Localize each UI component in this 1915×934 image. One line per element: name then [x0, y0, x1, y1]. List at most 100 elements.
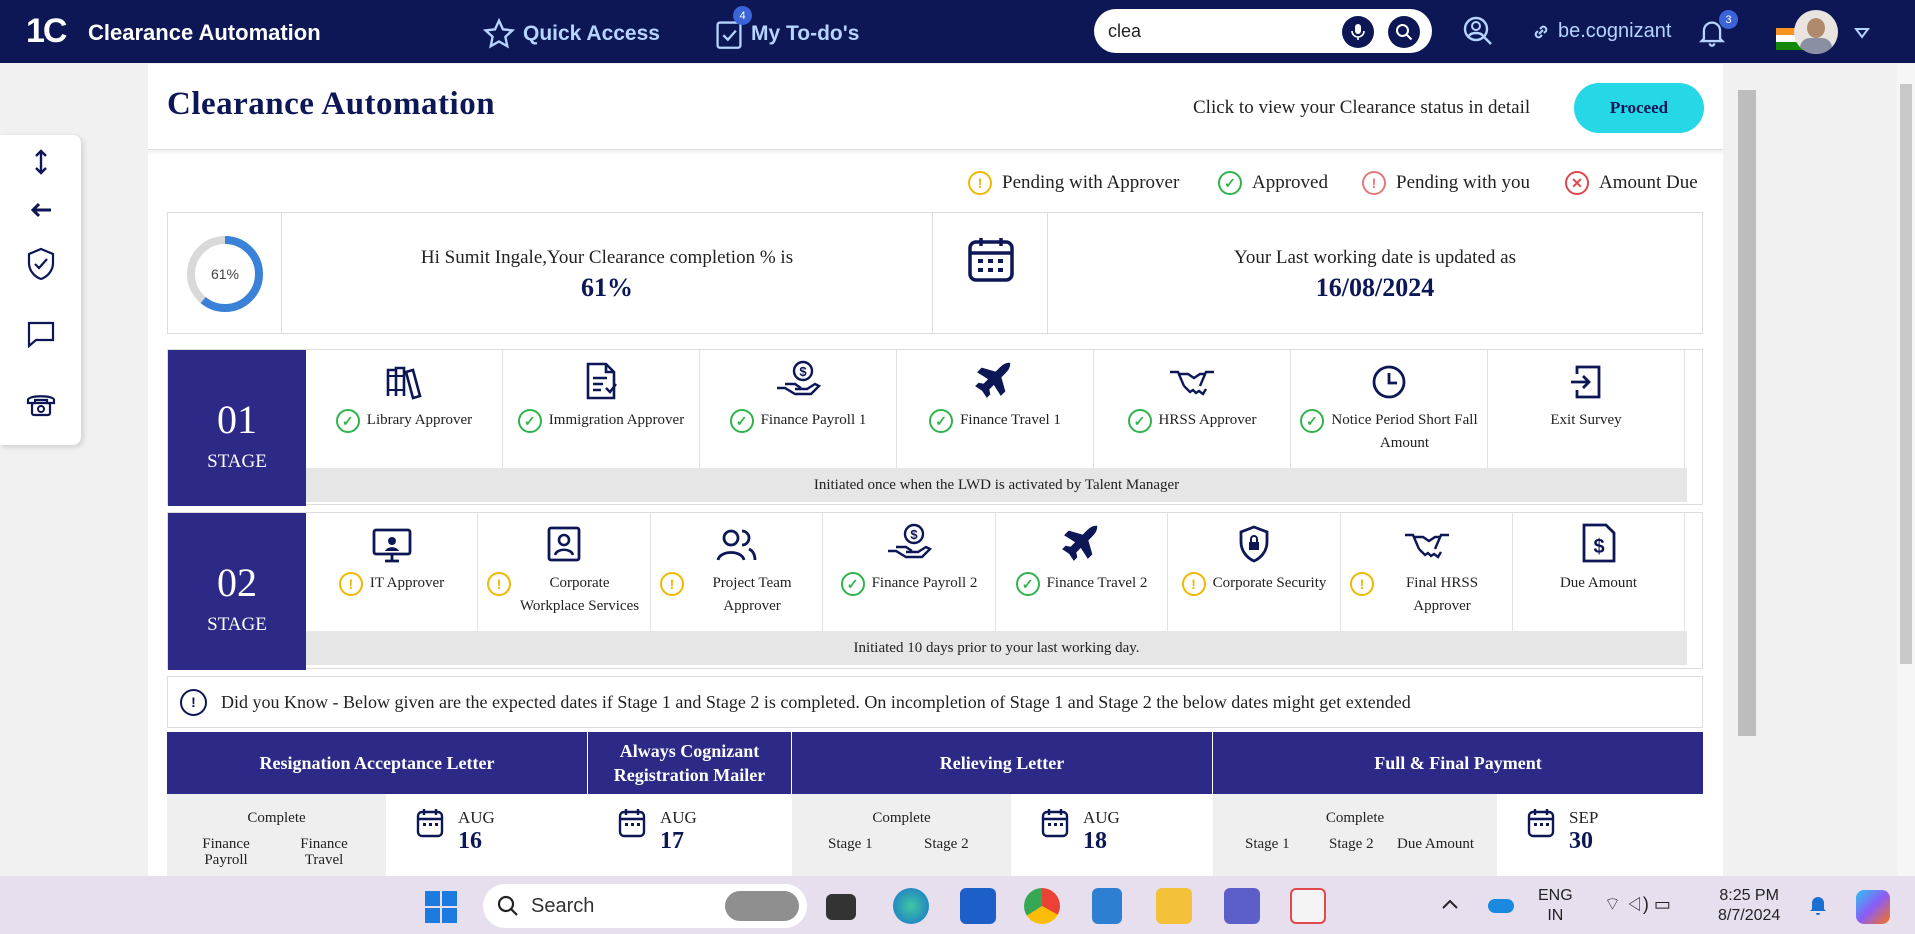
stage-2-item-label: Project Team Approver — [712, 575, 792, 614]
stage-2-item[interactable]: $ Due Amount — [1513, 513, 1685, 631]
stage-1-panel: 01 STAGE ✓ Library Approver ✓ Immigration A… — [167, 349, 1703, 506]
store-icon[interactable] — [960, 888, 996, 924]
stage-1-number: 01 — [217, 397, 257, 442]
relieving-date: AUG 18 — [1011, 794, 1213, 876]
wifi-volume-battery-icons[interactable]: ⌔ ◁) ▭ — [1604, 894, 1671, 914]
timeline-header-final-payment: Full & Final Payment — [1213, 732, 1703, 794]
chevron-up-icon[interactable] — [1441, 898, 1459, 910]
legend-pending-you: ! Pending with you — [1362, 171, 1530, 195]
mic-button[interactable] — [1342, 16, 1374, 48]
phone-icon — [26, 395, 56, 417]
back-button[interactable] — [24, 193, 58, 227]
search-highlight-icon — [725, 891, 799, 921]
stage-1-text: STAGE — [207, 451, 267, 472]
teams-icon[interactable] — [1224, 888, 1260, 924]
resignation-complete-cell: Complete Finance Payroll Finance Travel — [167, 794, 386, 876]
stage-2-label: Stage 2 — [1329, 836, 1374, 852]
check-icon: ✓ — [335, 409, 360, 433]
stage-2-note: Initiated 10 days prior to your last wor… — [306, 631, 1687, 665]
stage-1-item[interactable]: ✓ Notice Period Short Fall Amount — [1291, 350, 1488, 468]
check-icon: ✓ — [729, 409, 754, 433]
stage-2-item[interactable]: ! Corporate Security — [1168, 513, 1341, 631]
lwd-text: Your Last working date is updated as — [1234, 247, 1516, 268]
stage-1-item[interactable]: $ ✓ Finance Payroll 1 — [700, 350, 897, 468]
arrow-left-icon — [30, 202, 51, 218]
check-icon: ✓ — [1015, 572, 1040, 596]
completion-greeting: Hi Sumit Ingale,Your Clearance completio… — [420, 247, 794, 268]
clock[interactable]: 8:25 PM 8/7/2024 — [1718, 886, 1780, 926]
chrome-icon[interactable] — [1024, 888, 1060, 924]
snipping-tool-icon[interactable] — [1290, 888, 1326, 924]
mic-icon — [1351, 24, 1365, 40]
onedrive-icon[interactable] — [1488, 899, 1514, 913]
stage-2-item[interactable]: ! Project Team Approver — [651, 513, 823, 631]
completion-percent: 61% — [581, 273, 633, 302]
calendar-cell — [933, 213, 1048, 333]
stage-1-item[interactable]: ✓ HRSS Approver — [1094, 350, 1291, 468]
app-title[interactable]: Clearance Automation — [88, 20, 321, 46]
alert-icon: ! — [1362, 171, 1386, 195]
search-button[interactable] — [1388, 16, 1420, 48]
proceed-button[interactable]: Proceed — [1574, 83, 1704, 133]
edge-icon[interactable] — [893, 888, 929, 924]
stage-2-item[interactable]: $ ✓ Finance Payroll 2 — [823, 513, 996, 631]
date-month: AUG — [660, 808, 697, 827]
timeline-header-relieving: Relieving Letter — [792, 732, 1213, 794]
badge-icon — [478, 513, 650, 563]
star-icon — [483, 18, 515, 49]
did-you-know-text: Did you Know - Below given are the expec… — [221, 691, 1411, 712]
windows-taskbar: Search ENG IN ⌔ ◁) ▭ 8:25 PM 8/7/2024 — [0, 876, 1915, 934]
stage-1-item[interactable]: ✓ Library Approver — [306, 350, 503, 468]
final-payment-date: SEP 30 — [1497, 794, 1703, 876]
stage-1-label: Stage 1 — [1245, 836, 1290, 852]
legend-amount-due: ✕ Amount Due — [1565, 171, 1698, 195]
sidebar-item-chat[interactable] — [24, 317, 58, 351]
stage-2-item[interactable]: ! Final HRSS Approver — [1341, 513, 1513, 631]
windows-start-icon[interactable] — [424, 890, 458, 924]
date-month: AUG — [458, 808, 495, 827]
stage-1-item[interactable]: ✓ Immigration Approver — [503, 350, 700, 468]
stage-1-item-label: Finance Travel 1 — [960, 412, 1061, 428]
copilot-icon[interactable] — [1856, 890, 1890, 924]
calendar-icon — [968, 238, 1014, 282]
stage-2-item[interactable]: ! IT Approver — [306, 513, 478, 631]
finance-travel-label: Finance Travel — [300, 836, 348, 868]
stage-2-item[interactable]: ! Corporate Workplace Services — [478, 513, 651, 631]
main-content: Clearance Automation Click to view your … — [148, 64, 1723, 876]
profile-search-icon[interactable] — [1462, 15, 1494, 47]
stage-2-text: STAGE — [207, 614, 267, 635]
avatar[interactable] — [1794, 10, 1838, 54]
completion-cell: Hi Sumit Ingale,Your Clearance completio… — [282, 213, 933, 333]
legend-pending-approver: ! Pending with Approver — [968, 171, 1179, 195]
date-day: 17 — [660, 828, 684, 854]
window-scrollbar[interactable] — [1897, 64, 1915, 876]
stage-2-item[interactable]: ✓ Finance Travel 2 — [996, 513, 1168, 631]
notepad-icon[interactable] — [1092, 888, 1122, 924]
window-scrollbar-thumb[interactable] — [1900, 84, 1912, 664]
search-input[interactable]: clea — [1094, 9, 1432, 53]
scrollbar-thumb[interactable] — [1738, 90, 1756, 736]
sidebar-item-contact[interactable] — [24, 387, 58, 421]
progress-ring: 61% — [187, 236, 263, 312]
expand-button[interactable] — [24, 145, 58, 179]
content-scrollbar[interactable] — [1734, 64, 1758, 876]
app-logo[interactable]: 1C — [26, 12, 67, 51]
search-icon — [497, 895, 518, 916]
chevron-down-icon[interactable] — [1854, 27, 1870, 39]
taskbar-search[interactable]: Search — [483, 884, 807, 928]
notification-bell-icon[interactable] — [1808, 894, 1828, 916]
info-icon: ! — [180, 688, 207, 716]
lwd-cell: Your Last working date is updated as 16/… — [1048, 213, 1702, 333]
stage-1-label: 01 STAGE — [168, 350, 306, 506]
quick-access-link[interactable]: Quick Access — [483, 18, 660, 50]
legend-approved: ✓ Approved — [1218, 171, 1328, 195]
stage-1-item[interactable]: Exit Survey — [1488, 350, 1685, 468]
sidebar-item-clearance[interactable] — [24, 247, 58, 281]
stage-1-item[interactable]: ✓ Finance Travel 1 — [897, 350, 1094, 468]
file-explorer-icon[interactable] — [1156, 888, 1192, 924]
task-view-icon[interactable] — [826, 894, 856, 920]
be-cognizant-label: be.cognizant — [1558, 20, 1672, 42]
language-indicator[interactable]: ENG IN — [1538, 886, 1573, 926]
pending-icon: ! — [1350, 572, 1374, 596]
be-cognizant-link[interactable]: be.cognizant — [1532, 20, 1671, 43]
